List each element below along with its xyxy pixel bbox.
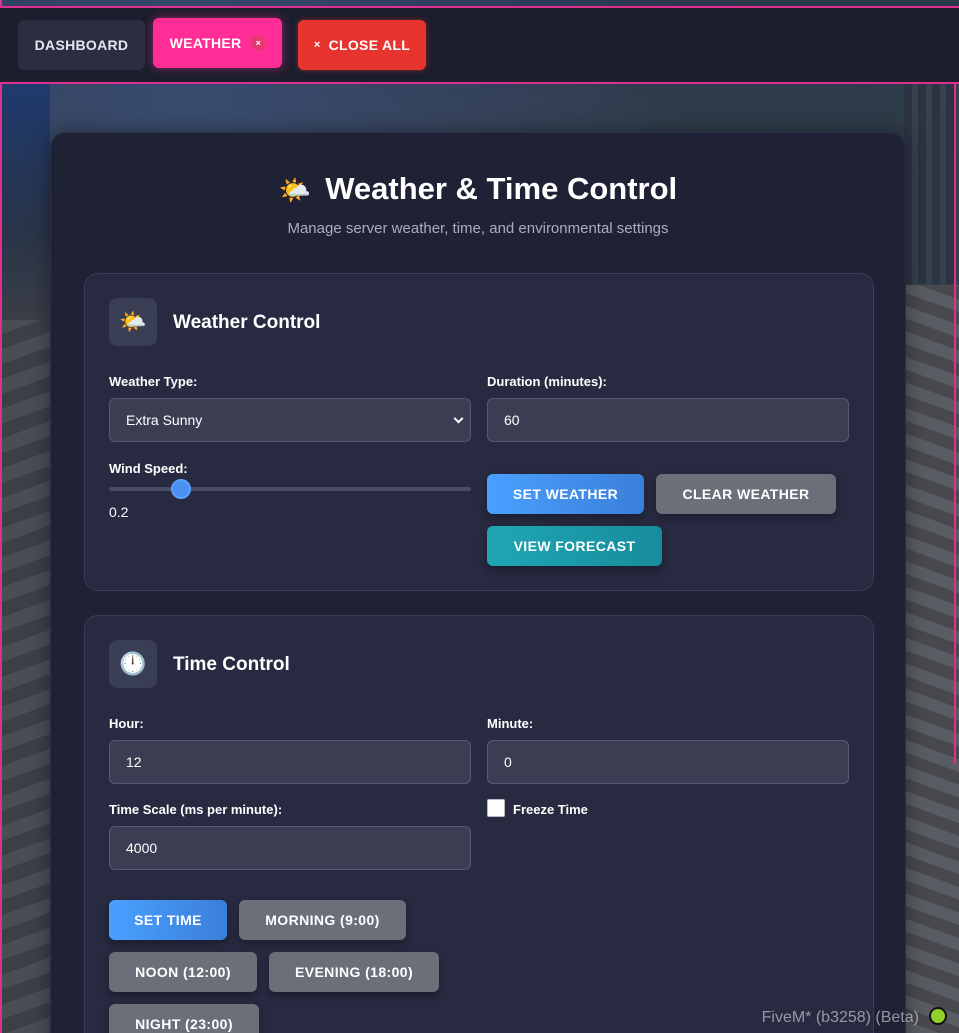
tab-bar: DASHBOARD WEATHER × × CLOSE ALL	[0, 6, 959, 84]
weather-card-icon: 🌤️	[109, 298, 157, 346]
time-card-title: Time Control	[173, 654, 290, 675]
frame-border-right	[954, 84, 956, 764]
morning-preset-label: MORNING (9:00)	[265, 912, 380, 928]
fivem-watermark: FiveM* (b3258) (Beta)	[761, 1009, 919, 1026]
clear-weather-button[interactable]: CLEAR WEATHER	[656, 474, 836, 514]
close-icon: ×	[313, 39, 321, 51]
weather-type-value: Extra Sunny	[126, 412, 203, 428]
close-all-label: CLOSE ALL	[328, 37, 411, 53]
noon-preset-label: NOON (12:00)	[135, 964, 231, 980]
weather-type-select[interactable]: Extra Sunny	[109, 398, 471, 442]
minute-input[interactable]: 0	[487, 740, 849, 784]
weather-time-panel: 🌤️ Weather & Time Control Manage server w…	[50, 132, 906, 1033]
night-preset-label: NIGHT (23:00)	[135, 1016, 233, 1032]
wind-speed-label: Wind Speed:	[109, 461, 188, 476]
background-building-left	[0, 84, 50, 324]
page-title: 🌤️ Weather & Time Control	[51, 171, 905, 207]
morning-preset-button[interactable]: MORNING (9:00)	[239, 900, 406, 940]
background-pavement-right	[904, 285, 959, 1033]
set-weather-button[interactable]: SET WEATHER	[487, 474, 644, 514]
set-time-button[interactable]: SET TIME	[109, 900, 227, 940]
duration-value: 60	[504, 412, 520, 428]
hour-input[interactable]: 12	[109, 740, 471, 784]
wind-speed-slider-thumb[interactable]	[171, 479, 192, 499]
night-preset-button[interactable]: NIGHT (23:00)	[109, 1004, 259, 1033]
sun-cloud-icon: 🌤️	[119, 309, 147, 334]
duration-input[interactable]: 60	[487, 398, 849, 442]
close-all-button[interactable]: × CLOSE ALL	[298, 20, 426, 70]
time-scale-label: Time Scale (ms per minute):	[109, 802, 283, 817]
clock-icon: 🕛	[119, 651, 147, 676]
set-weather-label: SET WEATHER	[512, 486, 619, 502]
minute-label: Minute:	[487, 716, 534, 731]
background-building-right	[904, 84, 959, 284]
tab-weather-label: WEATHER	[169, 35, 242, 51]
evening-preset-button[interactable]: EVENING (18:00)	[269, 952, 439, 992]
tab-weather[interactable]: WEATHER ×	[153, 18, 282, 68]
background-pavement-left	[0, 320, 50, 1033]
wind-speed-slider-track[interactable]	[109, 487, 471, 491]
view-forecast-label: VIEW FORECAST	[513, 538, 636, 554]
weather-card-title: Weather Control	[173, 312, 321, 333]
frame-border-left	[0, 0, 2, 1033]
time-scale-input[interactable]: 4000	[109, 826, 471, 870]
hour-value: 12	[126, 754, 142, 770]
view-forecast-button[interactable]: VIEW FORECAST	[487, 526, 662, 566]
freeze-time-checkbox[interactable]	[487, 799, 505, 817]
tab-dashboard-label: DASHBOARD	[34, 37, 129, 53]
wind-speed-value: 0.2	[109, 504, 129, 520]
tab-weather-close-icon[interactable]: ×	[251, 36, 266, 50]
page-title-text: Weather & Time Control	[325, 171, 678, 206]
time-card-icon: 🕛	[109, 640, 157, 688]
time-scale-value: 4000	[126, 840, 158, 856]
weather-control-card: 🌤️ Weather Control Weather Type: Extra S…	[84, 273, 874, 591]
hour-label: Hour:	[109, 716, 144, 731]
minute-value: 0	[504, 754, 512, 770]
clear-weather-label: CLEAR WEATHER	[682, 486, 810, 502]
sun-cloud-icon: 🌤️	[278, 175, 312, 205]
time-control-card: 🕛 Time Control Hour: 12 Minute: 0 Time S…	[84, 615, 874, 1033]
freeze-time-label: Freeze Time	[513, 802, 588, 817]
evening-preset-label: EVENING (18:00)	[294, 964, 414, 980]
fivem-logo-icon	[929, 1007, 947, 1025]
page-subtitle: Manage server weather, time, and environ…	[287, 220, 669, 237]
chevron-down-icon	[453, 413, 464, 424]
tab-dashboard[interactable]: DASHBOARD	[18, 20, 145, 70]
set-time-label: SET TIME	[134, 912, 202, 928]
noon-preset-button[interactable]: NOON (12:00)	[109, 952, 257, 992]
duration-label: Duration (minutes):	[487, 374, 607, 389]
weather-type-label: Weather Type:	[109, 374, 198, 389]
